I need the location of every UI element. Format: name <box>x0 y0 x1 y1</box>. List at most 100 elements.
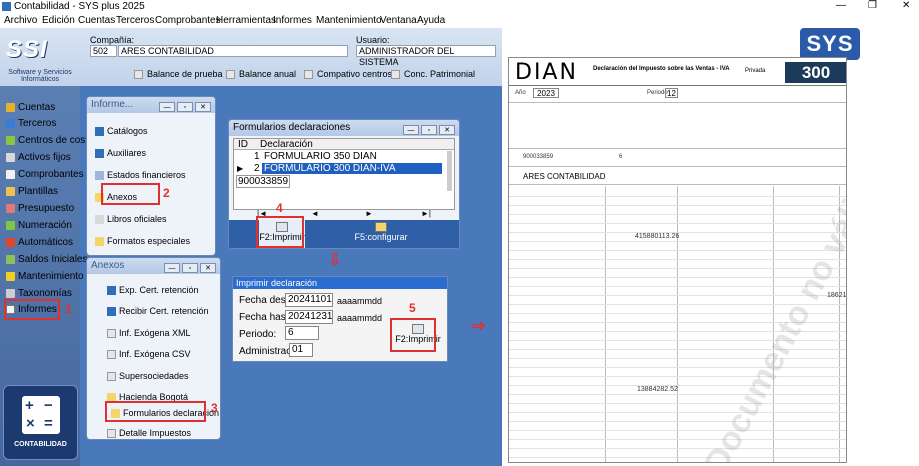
rule <box>509 148 846 149</box>
rule <box>509 102 846 103</box>
sidebar-item-numeracion[interactable]: Numeración <box>6 220 72 231</box>
informes-item-estados-financieros[interactable]: Estados financieros <box>95 170 186 181</box>
company-name-field[interactable]: ARES CONTABILIDAD <box>118 45 348 57</box>
informes-window: Informe... — ▫ ✕ Catálogos Auxiliares Esta… <box>86 96 216 256</box>
form-row-rule <box>509 196 846 197</box>
table-row-selected[interactable]: ▶ 2 FORMULARIO 300 DIAN-IVA <box>234 163 454 174</box>
column-header-id: ID <box>238 139 248 150</box>
close-icon[interactable]: ✕ <box>200 263 216 273</box>
prev-record-button[interactable]: ◄ <box>311 209 319 218</box>
maintenance-icon <box>6 271 15 281</box>
sidebar-item-taxonomias[interactable]: Taxonomías <box>6 288 72 299</box>
calc-minus: − <box>44 397 53 414</box>
window-title: Imprimir declaración <box>233 277 447 289</box>
sidebar-item-cuentas[interactable]: Cuentas <box>6 102 55 113</box>
voucher-icon <box>6 169 15 179</box>
balance-icon <box>6 254 15 264</box>
sidebar-item-presupuesto[interactable]: Presupuesto <box>6 203 74 214</box>
administracion-input[interactable]: 01 <box>289 343 313 357</box>
anexos-item-exogena-csv[interactable]: Inf. Exógena CSV <box>107 349 191 360</box>
sidebar-item-label: Mantenimiento <box>18 271 84 282</box>
form-300-preview: DIAN Declaración del Impuesto sobre las … <box>508 57 847 463</box>
document-icon <box>107 329 116 339</box>
f5-configurar-button[interactable]: F5:configurar <box>345 220 417 248</box>
sidebar-item-mantenimiento[interactable]: Mantenimiento <box>6 271 84 282</box>
app-title: Contabilidad - SYS plus 2025 <box>14 1 145 12</box>
sidebar-item-label: Plantillas <box>18 186 59 197</box>
table-row[interactable]: 1 FORMULARIO 350 DIAN <box>234 151 454 162</box>
sidebar-item-centros-costo[interactable]: Centros de costo <box>6 135 94 146</box>
company-code-field[interactable]: 502 <box>90 45 117 57</box>
fecha-desde-input[interactable]: 20241101 <box>285 293 333 307</box>
sidebar-item-automaticos[interactable]: Automáticos <box>6 237 73 248</box>
anexos-item-exp-cert[interactable]: Exp. Cert. retención <box>107 285 199 296</box>
toolbar-comparativo-centros[interactable]: Compativo centros <box>304 69 393 80</box>
sidebar-item-saldos-iniciales[interactable]: Saldos Iniciales <box>6 254 87 265</box>
callout-number: 1 <box>65 302 72 316</box>
anexos-item-supersociedades[interactable]: Supersociedades <box>107 371 189 382</box>
periodo-input[interactable]: 6 <box>285 326 319 340</box>
form-row-rule <box>509 439 846 440</box>
item-label: Supersociedades <box>119 371 189 381</box>
informes-item-catalogos[interactable]: Catálogos <box>95 126 148 137</box>
row-value: 900033859 <box>236 175 291 188</box>
minimize-icon[interactable]: — <box>159 102 175 112</box>
restore-icon[interactable]: ▫ <box>182 263 198 273</box>
anexos-item-exogena-xml[interactable]: Inf. Exógena XML <box>107 328 191 339</box>
anexos-item-recibir-cert[interactable]: Recibir Cert. retención <box>107 306 209 317</box>
menu-archivo[interactable]: Archivo <box>4 15 37 26</box>
highlight-box-formularios <box>105 401 206 422</box>
menu-informes[interactable]: Informes <box>273 15 312 26</box>
toolbar-balance-anual[interactable]: Balance anual <box>226 69 296 80</box>
anexos-item-detalle-impuestos[interactable]: Detalle Impuestos <box>107 428 191 439</box>
company-label: Compañía: <box>90 35 135 45</box>
menu-terceros[interactable]: Terceros <box>116 15 154 26</box>
menu-herramientas[interactable]: Herramientas <box>216 15 276 26</box>
form-row-rule <box>509 250 846 251</box>
row-id: 2 <box>254 163 260 174</box>
sidebar-item-label: Centros de costo <box>18 135 94 146</box>
restore-icon[interactable]: ▫ <box>177 102 193 112</box>
calc-plus: + <box>25 397 34 414</box>
rule <box>509 166 846 167</box>
close-icon[interactable]: ✕ <box>195 102 211 112</box>
form-row-rule <box>509 268 846 269</box>
sidebar-item-comprobantes[interactable]: Comprobantes <box>6 169 84 180</box>
scrollbar[interactable] <box>447 151 452 191</box>
next-record-button[interactable]: ► <box>365 209 373 218</box>
menu-comprobantes[interactable]: Comprobantes <box>155 15 221 26</box>
toolbar-label: Compativo centros <box>317 69 393 79</box>
contabilidad-module-tile[interactable]: + − × = CONTABILIDAD <box>3 385 78 460</box>
user-name-field[interactable]: ADMINISTRADOR DEL SISTEMA <box>356 45 496 67</box>
menu-cuentas[interactable]: Cuentas <box>78 15 115 26</box>
informes-item-auxiliares[interactable]: Auxiliares <box>95 148 146 159</box>
row-id: 1 <box>254 151 260 162</box>
minimize-icon[interactable]: — <box>164 263 180 273</box>
year-label: Año <box>515 90 526 96</box>
minimize-icon[interactable]: — <box>403 125 419 135</box>
menu-edicion[interactable]: Edición <box>42 15 75 26</box>
informes-item-formatos-especiales[interactable]: Formatos especiales <box>95 236 190 247</box>
sidebar-item-label: Terceros <box>18 118 57 129</box>
close-icon[interactable]: ✕ <box>439 125 455 135</box>
fecha-hasta-input[interactable]: 20241231 <box>285 310 333 324</box>
minimize-button[interactable]: — <box>836 0 846 11</box>
report-icon <box>95 171 104 181</box>
table-row[interactable]: 900033859 <box>234 175 454 188</box>
sidebar-item-plantillas[interactable]: Plantillas <box>6 186 58 197</box>
toolbar-conc-patrimonial[interactable]: Conc. Patrimonial <box>391 69 475 80</box>
sidebar-item-activos-fijos[interactable]: Activos fijos <box>6 152 71 163</box>
sidebar-item-terceros[interactable]: Terceros <box>6 118 56 129</box>
row-declaracion: FORMULARIO 300 DIAN-IVA <box>262 163 442 174</box>
close-button[interactable]: ✕ <box>902 0 910 11</box>
menu-ayuda[interactable]: Ayuda <box>417 15 445 26</box>
toolbar-balance-prueba[interactable]: Balance de prueba <box>134 69 223 80</box>
menu-mantenimiento[interactable]: Mantenimiento <box>316 15 382 26</box>
calc-equals: = <box>44 415 53 432</box>
last-record-button[interactable]: ►| <box>421 209 431 218</box>
maximize-button[interactable]: ❐ <box>868 0 877 11</box>
app-icon <box>2 2 11 11</box>
informes-item-libros-oficiales[interactable]: Libros oficiales <box>95 214 167 225</box>
menu-ventana[interactable]: Ventana <box>380 15 417 26</box>
restore-icon[interactable]: ▫ <box>421 125 437 135</box>
